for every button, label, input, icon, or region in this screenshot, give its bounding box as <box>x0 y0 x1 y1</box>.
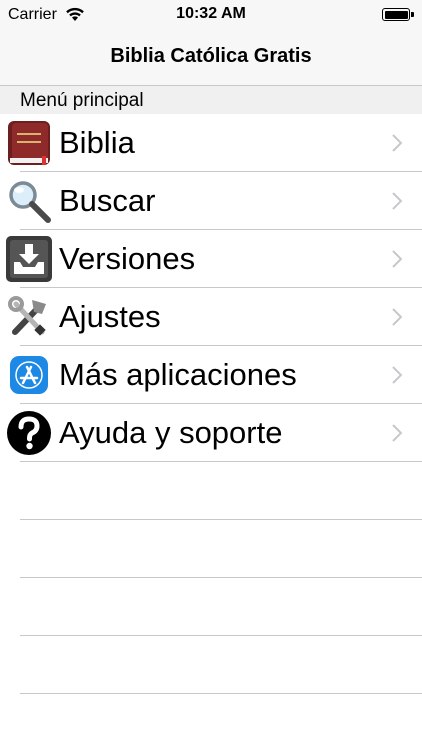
menu-item-label: Biblia <box>59 125 135 160</box>
magnifier-icon <box>9 181 51 223</box>
menu-item-versiones[interactable]: Versiones <box>0 230 422 288</box>
chevron-right-icon <box>392 134 402 152</box>
chevron-right-icon <box>392 308 402 326</box>
main-menu-list: Biblia Buscar Versiones Ajustes Más apli… <box>0 114 422 694</box>
section-title: Menú principal <box>20 90 144 111</box>
menu-item-buscar[interactable]: Buscar <box>0 172 422 230</box>
menu-item-ajustes[interactable]: Ajustes <box>0 288 422 346</box>
bible-book-icon <box>8 121 50 165</box>
chevron-right-icon <box>392 424 402 442</box>
navigation-bar: Biblia Católica Gratis <box>0 30 422 86</box>
menu-item-biblia[interactable]: Biblia <box>0 114 422 172</box>
empty-row <box>0 520 422 578</box>
help-question-icon <box>7 411 51 455</box>
chevron-right-icon <box>392 366 402 384</box>
menu-item-label: Ayuda y soporte <box>59 415 283 450</box>
menu-item-mas-aplicaciones[interactable]: Más aplicaciones <box>0 346 422 404</box>
menu-item-label: Ajustes <box>59 299 161 334</box>
app-store-icon <box>10 356 48 394</box>
page-title: Biblia Católica Gratis <box>110 45 312 67</box>
menu-item-label: Buscar <box>59 183 156 218</box>
chevron-right-icon <box>392 192 402 210</box>
menu-item-label: Versiones <box>59 241 196 276</box>
menu-item-ayuda-soporte[interactable]: Ayuda y soporte <box>0 404 422 462</box>
empty-row <box>0 462 422 520</box>
section-header: Menú principal <box>0 86 422 114</box>
battery-icon <box>382 8 414 21</box>
tools-icon <box>8 296 46 336</box>
chevron-right-icon <box>392 250 402 268</box>
download-tray-icon <box>6 236 52 282</box>
empty-row <box>0 578 422 636</box>
status-bar: Carrier 10:32 AM <box>0 0 422 30</box>
menu-item-label: Más aplicaciones <box>59 357 297 392</box>
status-time: 10:32 AM <box>176 5 246 22</box>
empty-row <box>0 636 422 694</box>
